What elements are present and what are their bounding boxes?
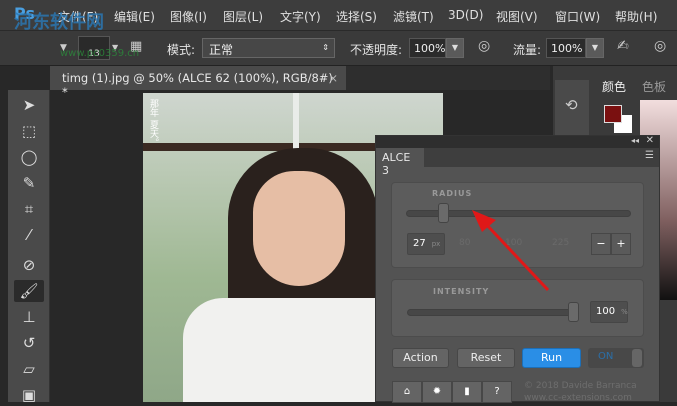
arrow-head	[472, 210, 496, 232]
arrow-shaft	[482, 220, 550, 292]
annotation-arrow	[472, 210, 550, 292]
